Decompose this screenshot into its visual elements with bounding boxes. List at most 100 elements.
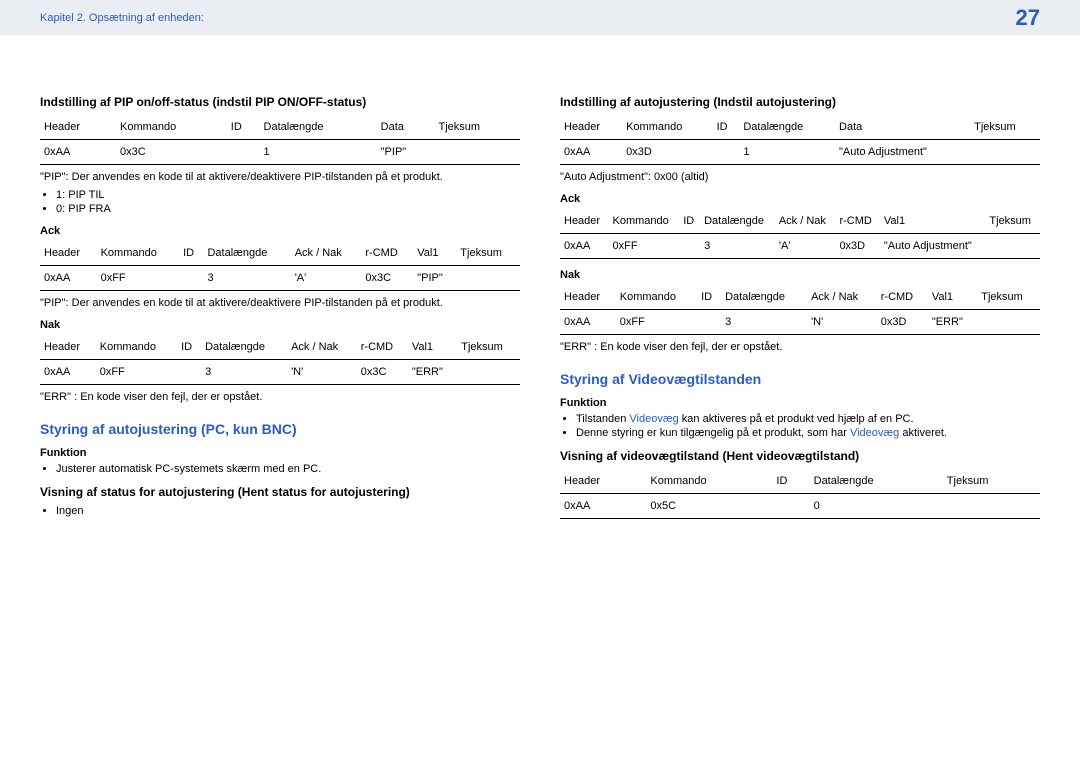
list-item: Denne styring er kun tilgængelig på et p… — [576, 427, 1040, 439]
table-videowall: Header Kommando ID Datalængde Tjeksum 0x… — [560, 469, 1040, 519]
link-videowall[interactable]: Videovæg — [850, 427, 899, 439]
td: 3 — [700, 234, 775, 259]
td — [177, 360, 201, 385]
th: ID — [679, 209, 700, 234]
td — [943, 494, 1040, 519]
td: "PIP" — [413, 266, 456, 291]
th: Tjeksum — [943, 469, 1040, 494]
chapter-breadcrumb: Kapitel 2. Opsætning af enheden: — [40, 12, 204, 24]
td: 0x5C — [646, 494, 772, 519]
th: ID — [713, 115, 740, 140]
err-desc: "ERR" : En kode viser den fejl, der er o… — [560, 341, 1040, 353]
th: Tjeksum — [985, 209, 1040, 234]
th: r-CMD — [357, 335, 408, 360]
td: 1 — [739, 140, 835, 165]
td — [697, 310, 721, 335]
th: Datalængde — [739, 115, 835, 140]
list-item: Tilstanden Videovæg kan aktiveres på et … — [576, 413, 1040, 425]
td: 0xFF — [616, 310, 697, 335]
td: 0xAA — [560, 310, 616, 335]
td: 0x3C — [357, 360, 408, 385]
th: ID — [177, 335, 201, 360]
td — [970, 140, 1040, 165]
th: ID — [697, 285, 721, 310]
th: Tjeksum — [434, 115, 520, 140]
link-videowall[interactable]: Videovæg — [629, 413, 678, 425]
text: kan aktiveres på et produkt ved hjælp af… — [679, 413, 914, 425]
th: Kommando — [116, 115, 227, 140]
page-content: Indstilling af PIP on/off-status (indsti… — [0, 35, 1080, 561]
th: Val1 — [408, 335, 457, 360]
pip-desc2: "PIP": Der anvendes en kode til at aktiv… — [40, 297, 520, 309]
td — [977, 310, 1040, 335]
text: Denne styring er kun tilgængelig på et p… — [576, 427, 850, 439]
pip-bullets: 1: PIP TIL 0: PIP FRA — [56, 189, 520, 215]
td: 3 — [201, 360, 287, 385]
section-title-autoadjust: Styring af autojustering (PC, kun BNC) — [40, 421, 520, 437]
list-item: Justerer automatisk PC-systemets skærm m… — [56, 463, 520, 475]
td: "ERR" — [928, 310, 977, 335]
th: Header — [560, 115, 622, 140]
ack-label: Ack — [560, 193, 1040, 205]
th: ID — [772, 469, 809, 494]
td: "Auto Adjustment" — [880, 234, 986, 259]
td: 0xAA — [40, 266, 97, 291]
th: ID — [179, 241, 203, 266]
page-number: 27 — [1016, 5, 1040, 31]
td: "ERR" — [408, 360, 457, 385]
td: 'N' — [287, 360, 357, 385]
td: 'A' — [291, 266, 362, 291]
td — [434, 140, 520, 165]
table-pip-ack: Header Kommando ID Datalængde Ack / Nak … — [40, 241, 520, 291]
th: Ack / Nak — [807, 285, 877, 310]
th: Datalængde — [201, 335, 287, 360]
td: 0x3C — [361, 266, 413, 291]
td: 0xFF — [609, 234, 680, 259]
text: Tilstanden — [576, 413, 629, 425]
nak-label: Nak — [560, 269, 1040, 281]
th: Kommando — [97, 241, 180, 266]
td: 0x3D — [877, 310, 928, 335]
th: Kommando — [622, 115, 713, 140]
th: Datalængde — [260, 115, 377, 140]
th: r-CMD — [361, 241, 413, 266]
th: Ack / Nak — [287, 335, 357, 360]
th: Val1 — [928, 285, 977, 310]
funktion-bullets: Tilstanden Videovæg kan aktiveres på et … — [576, 413, 1040, 439]
td: 0x3D — [835, 234, 879, 259]
th: Header — [560, 469, 646, 494]
td: 0x3C — [116, 140, 227, 165]
auto-desc: "Auto Adjustment": 0x00 (altid) — [560, 171, 1040, 183]
td: 0xFF — [96, 360, 177, 385]
td — [713, 140, 740, 165]
nak-label: Nak — [40, 319, 520, 331]
th: Ack / Nak — [291, 241, 362, 266]
th: Kommando — [96, 335, 177, 360]
td — [985, 234, 1040, 259]
th: ID — [227, 115, 260, 140]
table-pip-nak: Header Kommando ID Datalængde Ack / Nak … — [40, 335, 520, 385]
list-item: 1: PIP TIL — [56, 189, 520, 201]
th: Val1 — [413, 241, 456, 266]
td — [227, 140, 260, 165]
th: Datalængde — [700, 209, 775, 234]
th: Kommando — [609, 209, 680, 234]
left-column: Indstilling af PIP on/off-status (indsti… — [40, 85, 520, 521]
td: 0xAA — [560, 140, 622, 165]
td: 0xFF — [97, 266, 180, 291]
td: 3 — [721, 310, 807, 335]
view-status-label: Visning af status for autojustering (Hen… — [40, 485, 520, 499]
td: 'N' — [807, 310, 877, 335]
table-pip-set: Header Kommando ID Datalængde Data Tjeks… — [40, 115, 520, 165]
list-item: 0: PIP FRA — [56, 203, 520, 215]
table-auto-ack: Header Kommando ID Datalængde Ack / Nak … — [560, 209, 1040, 259]
th: Header — [40, 115, 116, 140]
td: 0 — [810, 494, 943, 519]
th: r-CMD — [877, 285, 928, 310]
th: Kommando — [646, 469, 772, 494]
funktion-label: Funktion — [560, 397, 1040, 409]
funktion-bullets: Justerer automatisk PC-systemets skærm m… — [56, 463, 520, 475]
th: Datalængde — [203, 241, 290, 266]
th: Header — [40, 335, 96, 360]
ack-label: Ack — [40, 225, 520, 237]
